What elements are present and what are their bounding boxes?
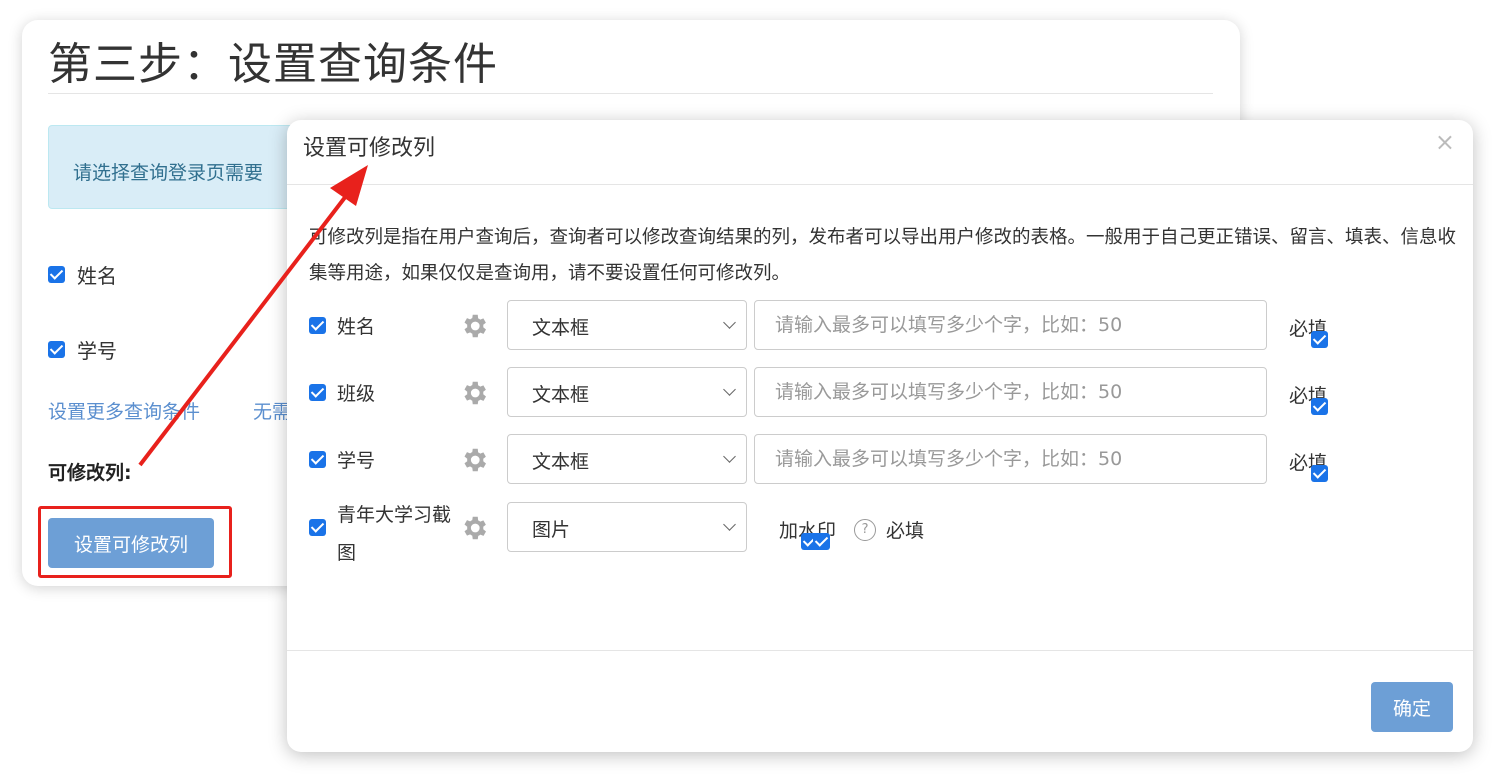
type-select[interactable]: 文本框 bbox=[507, 434, 747, 484]
condition-label: 学号 bbox=[77, 339, 117, 363]
modal-description: 可修改列是指在用户查询后，查询者可以修改查询结果的列，发布者可以导出用户修改的表… bbox=[309, 227, 1457, 284]
modal-title: 设置可修改列 bbox=[303, 136, 436, 161]
modal-header-divider bbox=[287, 184, 1473, 185]
column-row-class: 班级 文本框 请输入最多可以填写多少个字，比如：50 必填 bbox=[287, 367, 1473, 421]
max-length-input[interactable]: 请输入最多可以填写多少个字，比如：50 bbox=[754, 434, 1267, 484]
column-checkbox[interactable] bbox=[309, 384, 326, 401]
column-row-screenshot: 青年大学习截图 图片 加水印 ? 必填 bbox=[287, 502, 1473, 564]
condition-label: 姓名 bbox=[77, 264, 117, 288]
column-checkbox[interactable] bbox=[309, 317, 326, 334]
close-icon[interactable]: × bbox=[1435, 128, 1455, 156]
column-checkbox[interactable] bbox=[309, 519, 326, 536]
checkbox-checked-icon[interactable] bbox=[1311, 331, 1328, 348]
modal-footer-divider bbox=[287, 650, 1473, 651]
watermark-checkbox[interactable]: 加水印 ? 必填 bbox=[779, 516, 925, 550]
type-select[interactable]: 文本框 bbox=[507, 300, 747, 350]
condition-checkbox-student-id[interactable]: 学号 bbox=[48, 335, 117, 364]
no-need-link[interactable]: 无需 bbox=[253, 397, 291, 424]
condition-checkbox-name[interactable]: 姓名 bbox=[48, 260, 117, 289]
required-checkbox[interactable]: 必填 bbox=[1289, 314, 1328, 348]
type-select-value: 文本框 bbox=[532, 451, 590, 473]
info-alert-text: 请选择查询登录页需要 bbox=[73, 162, 264, 184]
editable-columns-label: 可修改列: bbox=[48, 462, 132, 484]
column-checkbox[interactable] bbox=[309, 451, 326, 468]
chevron-down-icon bbox=[723, 450, 736, 463]
gear-icon[interactable] bbox=[459, 513, 489, 543]
required-checkbox[interactable]: 必填 bbox=[1289, 381, 1328, 415]
required-checkbox[interactable]: 必填 bbox=[1289, 448, 1328, 482]
column-label: 姓名 bbox=[337, 316, 376, 338]
title-divider bbox=[48, 93, 1213, 94]
chevron-down-icon bbox=[723, 316, 736, 329]
checkbox-checked-icon[interactable] bbox=[48, 266, 65, 283]
help-icon[interactable]: ? bbox=[854, 518, 877, 541]
checkbox-checked-icon[interactable] bbox=[1311, 465, 1328, 482]
required-checkbox[interactable] bbox=[813, 533, 830, 550]
max-length-input[interactable]: 请输入最多可以填写多少个字，比如：50 bbox=[754, 367, 1267, 417]
column-label: 班级 bbox=[337, 383, 376, 405]
page-title: 第三步：设置查询条件 bbox=[48, 39, 498, 90]
gear-icon[interactable] bbox=[459, 445, 489, 475]
type-select-value: 图片 bbox=[532, 519, 571, 541]
max-length-input[interactable]: 请输入最多可以填写多少个字，比如：50 bbox=[754, 300, 1267, 350]
column-label: 学号 bbox=[337, 450, 376, 472]
type-select[interactable]: 文本框 bbox=[507, 367, 747, 417]
gear-icon[interactable] bbox=[459, 311, 489, 341]
checkbox-checked-icon[interactable] bbox=[1311, 398, 1328, 415]
type-select-value: 文本框 bbox=[532, 384, 590, 406]
column-label: 青年大学习截图 bbox=[337, 504, 452, 564]
chevron-down-icon bbox=[723, 518, 736, 531]
column-row-name: 姓名 文本框 请输入最多可以填写多少个字，比如：50 必填 bbox=[287, 300, 1473, 354]
chevron-down-icon bbox=[723, 383, 736, 396]
required-label: 必填 bbox=[886, 520, 925, 542]
more-conditions-link[interactable]: 设置更多查询条件 bbox=[48, 397, 200, 424]
type-select-value: 文本框 bbox=[532, 317, 590, 339]
editable-columns-modal: 设置可修改列 × 可修改列是指在用户查询后，查询者可以修改查询结果的列，发布者可… bbox=[287, 120, 1473, 752]
type-select[interactable]: 图片 bbox=[507, 502, 747, 552]
checkbox-checked-icon[interactable] bbox=[48, 341, 65, 358]
column-row-student-id: 学号 文本框 请输入最多可以填写多少个字，比如：50 必填 bbox=[287, 434, 1473, 488]
highlight-box bbox=[38, 506, 232, 578]
confirm-button[interactable]: 确定 bbox=[1371, 682, 1453, 732]
gear-icon[interactable] bbox=[459, 378, 489, 408]
